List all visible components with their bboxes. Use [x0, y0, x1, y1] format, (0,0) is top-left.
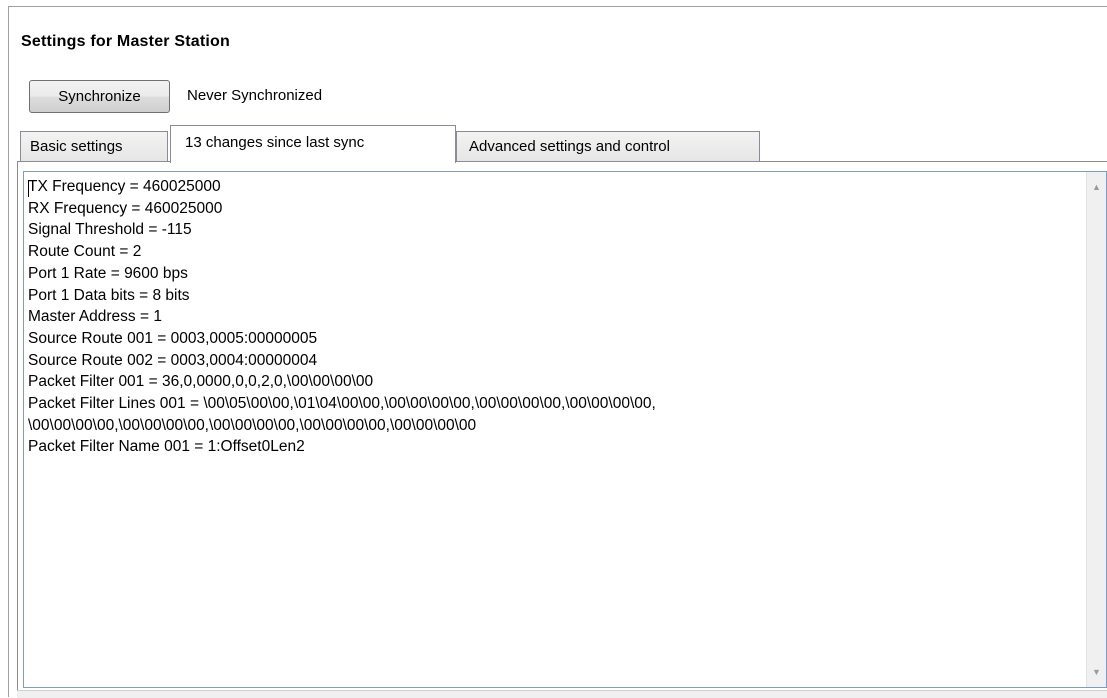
sync-status-text: Never Synchronized — [187, 87, 323, 104]
text-line: Packet Filter Lines 001 = \00\05\00\00,\… — [28, 395, 656, 413]
page-title: Settings for Master Station — [21, 33, 230, 50]
tab-basic-settings[interactable]: Basic settings — [20, 131, 168, 161]
text-line: \00\00\00\00,\00\00\00\00,\00\00\00\00,\… — [28, 416, 477, 434]
vertical-scrollbar[interactable]: ▲ ▼ — [1086, 172, 1106, 687]
text-line: Source Route 002 = 0003,0004:00000004 — [28, 351, 318, 369]
changes-textarea[interactable]: TX Frequency = 460025000 RX Frequency = … — [23, 171, 1107, 688]
scroll-up-arrow-icon[interactable]: ▲ — [1087, 180, 1106, 194]
text-line: RX Frequency = 460025000 — [28, 199, 223, 217]
changes-text-lines: TX Frequency = 460025000 RX Frequency = … — [28, 176, 1076, 458]
text-line: Route Count = 2 — [28, 243, 142, 261]
text-line: Port 1 Rate = 9600 bps — [28, 264, 188, 282]
scroll-down-arrow-icon[interactable]: ▼ — [1087, 665, 1106, 679]
text-line: Packet Filter Name 001 = 1:Offset0Len2 — [28, 438, 305, 456]
text-line: Master Address = 1 — [28, 308, 162, 326]
text-line: Port 1 Data bits = 8 bits — [28, 286, 190, 304]
text-line: TX Frequency = 460025000 — [28, 178, 221, 195]
text-line: Signal Threshold = -115 — [28, 221, 192, 239]
text-line: Source Route 001 = 0003,0005:00000005 — [28, 329, 318, 347]
tab-advanced-settings[interactable]: Advanced settings and control — [456, 131, 760, 161]
tab-changes-since-sync[interactable]: 13 changes since last sync — [170, 125, 456, 163]
synchronize-button[interactable]: Synchronize — [29, 80, 170, 113]
text-line: Packet Filter 001 = 36,0,0000,0,0,2,0,\0… — [28, 373, 374, 391]
